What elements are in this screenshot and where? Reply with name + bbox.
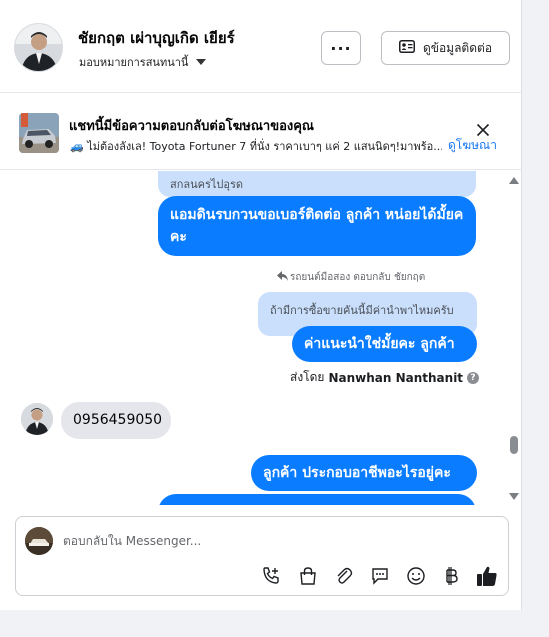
thumbs-up-icon[interactable] xyxy=(476,565,498,587)
emoji-icon[interactable] xyxy=(405,565,427,587)
quoted-message-text: ถ้ามีการซื้อขายคันนี้มีค่านำพาไหมครับ xyxy=(270,304,454,317)
page-background xyxy=(0,610,522,637)
contact-avatar-small[interactable] xyxy=(21,403,53,435)
quoted-message-text: สกลนครไปอุรด xyxy=(170,178,244,191)
sender-name: Nanwhan Nanthanit xyxy=(328,370,464,385)
info-icon[interactable]: ? xyxy=(467,371,480,384)
quoted-message: สกลนครไปอุรด xyxy=(158,171,476,197)
baht-icon[interactable] xyxy=(441,565,463,587)
scrollbar-thumb[interactable] xyxy=(510,436,518,454)
message-input[interactable] xyxy=(63,531,463,551)
close-icon[interactable] xyxy=(476,122,490,141)
quick-reply-icon[interactable] xyxy=(369,565,391,587)
outgoing-message[interactable]: ค่าแนะนำใช่มั้ยคะ ลูกค้า xyxy=(292,326,477,362)
conversation-header: ชัยกฤต เผ่าบุญเกิด เยียร์ มอบหมายการสนทน… xyxy=(0,0,522,93)
view-contact-info-button[interactable]: ดูข้อมูลติดต่อ xyxy=(381,31,510,65)
outgoing-message-partial[interactable] xyxy=(158,494,476,505)
more-icon: ··· xyxy=(330,38,352,58)
contact-avatar[interactable] xyxy=(14,23,63,72)
shopping-bag-icon[interactable] xyxy=(297,565,319,587)
contact-name[interactable]: ชัยกฤต เผ่าบุญเกิด เยียร์ xyxy=(78,26,235,50)
outgoing-message[interactable]: แอมดินรบกวนขอเบอร์ติดต่อ ลูกค้า หน่อยได้… xyxy=(158,196,476,256)
ad-reply-banner: แชทนี้มีข้อความตอบกลับต่อโฆษณาของคุณ 🚙 ไ… xyxy=(0,94,522,170)
contact-info-label: ดูข้อมูลติดต่อ xyxy=(422,40,493,55)
phone-plus-icon[interactable] xyxy=(261,565,283,587)
incoming-message[interactable]: 0956459050 xyxy=(61,402,171,439)
paperclip-icon[interactable] xyxy=(333,565,355,587)
chevron-down-icon xyxy=(196,59,207,65)
sent-by-prefix: ส่งโดย xyxy=(290,370,325,384)
scroll-up-arrow[interactable] xyxy=(509,177,519,184)
message-thread[interactable]: สกลนครไปอุรด แอมดินรบกวนขอเบอร์ติดต่อ ลู… xyxy=(0,171,522,505)
reply-arrow-icon xyxy=(277,271,288,284)
ad-thumbnail[interactable] xyxy=(19,113,59,153)
assign-conversation-dropdown[interactable]: มอบหมายการสนทนานี้ xyxy=(79,53,207,71)
conversation-panel: ชัยกฤต เผ่าบุญเกิด เยียร์ มอบหมายการสนทน… xyxy=(0,0,522,610)
ad-banner-subtitle: 🚙 ไม่ต้องลังเล! Toyota Fortuner 7 ที่นั่… xyxy=(70,140,442,153)
page-background xyxy=(522,0,549,637)
contact-card-icon xyxy=(398,40,415,56)
more-options-button[interactable]: ··· xyxy=(321,31,361,65)
page-avatar xyxy=(25,527,53,555)
message-composer xyxy=(15,516,509,596)
assign-label: มอบหมายการสนทนานี้ xyxy=(79,56,189,69)
ad-banner-title: แชทนี้มีข้อความตอบกลับต่อโฆษณาของคุณ xyxy=(69,119,314,134)
scroll-down-arrow[interactable] xyxy=(509,493,519,500)
outgoing-message[interactable]: ลูกค้า ประกอบอาชีพอะไรอยู่คะ xyxy=(251,455,477,491)
reply-context: รถยนต์มือสอง ตอบกลับ ชัยกฤต xyxy=(277,270,425,285)
sent-by-label: ส่งโดย Nanwhan Nanthanit ? xyxy=(290,368,480,387)
reply-context-text: รถยนต์มือสอง ตอบกลับ ชัยกฤต xyxy=(290,272,426,283)
